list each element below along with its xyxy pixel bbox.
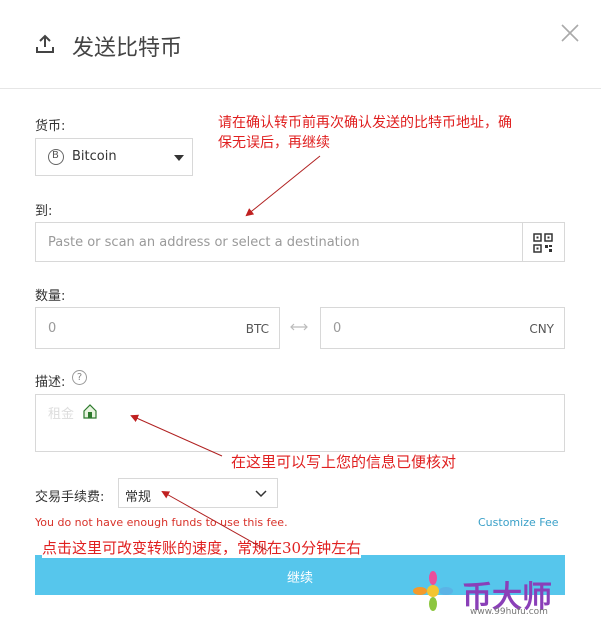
address-divider [522,223,523,261]
fee-label: 交易手续费: [35,490,105,505]
address-arrow [245,155,321,217]
customize-fee-link[interactable]: Customize Fee [478,516,559,529]
description-annotation: 在这里可以写上您的信息已便核对 [231,453,457,471]
btc-amount-input[interactable]: 0 BTC [35,307,280,349]
chevron-down-icon [255,490,267,498]
btc-unit: BTC [245,322,269,336]
description-label: 描述: [35,375,66,390]
cny-amount-input[interactable]: 0 CNY [320,307,565,349]
watermark-logo-icon [413,571,453,611]
upload-icon [36,34,54,53]
currency-label: 货币: [35,119,66,134]
cny-amount-value: 0 [333,321,342,336]
description-placeholder: 租金 [48,407,75,422]
caret-down-icon [174,155,184,161]
dialog-title: 发送比特币 [72,36,183,61]
btc-amount-value: 0 [48,321,57,336]
fee-selected-value: 常规 [125,490,152,505]
close-icon[interactable] [559,22,581,44]
qr-code-icon[interactable] [533,233,553,253]
address-annotation: 请在确认转币前再次确认发送的比特币地址，确 保无误后，再继续 [218,115,512,151]
fee-select[interactable]: 常规 [118,478,278,508]
to-label: 到: [35,204,53,219]
watermark-url: www.99hufu.com [470,607,548,617]
currency-selected-value: Bitcoin [72,149,117,164]
amount-label: 数量: [35,289,66,304]
swap-arrows-icon[interactable] [290,322,308,332]
address-field[interactable]: Paste or scan an address or select a des… [35,222,565,262]
fee-warning: You do not have enough funds to use this… [35,516,288,529]
address-placeholder: Paste or scan an address or select a des… [48,235,360,250]
description-textarea[interactable]: 租金 [35,394,565,452]
cny-unit: CNY [529,322,554,336]
fee-annotation: 点击这里可改变转账的速度，常规在30分钟左右 [42,537,362,558]
help-icon[interactable]: ? [72,370,87,385]
currency-select[interactable]: B Bitcoin [35,138,193,176]
bitcoin-icon: B [48,149,64,165]
house-icon [83,404,97,419]
